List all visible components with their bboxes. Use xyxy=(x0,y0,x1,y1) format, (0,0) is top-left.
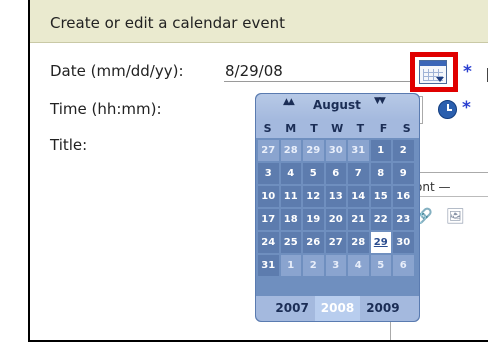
weekday-header: S M T W T F S xyxy=(256,120,419,138)
datepicker-day[interactable]: 15 xyxy=(370,186,391,207)
datepicker-day[interactable]: 9 xyxy=(393,163,414,184)
datepicker-year[interactable]: 2007 xyxy=(269,296,314,321)
weekday-label: W xyxy=(331,122,344,135)
datepicker-day[interactable]: 11 xyxy=(280,186,301,207)
datepicker-day[interactable]: 4 xyxy=(348,255,369,276)
date-label: Date (mm/dd/yy): xyxy=(50,62,184,80)
datepicker-year[interactable]: 2009 xyxy=(360,296,405,321)
datepicker-day[interactable]: 31 xyxy=(258,255,279,276)
weekday-label: T xyxy=(356,122,365,135)
datepicker-day[interactable]: 8 xyxy=(370,163,391,184)
datepicker-day[interactable]: 28 xyxy=(348,232,369,253)
datepicker-day[interactable]: 5 xyxy=(370,255,391,276)
datepicker-week-row: 31 1 2 3 4 5 6 xyxy=(258,255,418,276)
calendar-icon[interactable] xyxy=(419,60,447,84)
datepicker-day[interactable]: 10 xyxy=(258,186,279,207)
datepicker-day[interactable]: 14 xyxy=(348,186,369,207)
time-required-marker: * xyxy=(462,98,471,118)
date-input-border xyxy=(224,81,414,82)
datepicker-day[interactable]: 1 xyxy=(370,140,391,161)
date-required-marker: * xyxy=(463,62,472,82)
datepicker-day-grid: 27 28 29 30 31 1 2 3 4 5 6 7 8 9 10 11 12 13 14 15 16 17 18 19 2… xyxy=(258,140,418,278)
datepicker-day[interactable]: 24 xyxy=(258,232,279,253)
datepicker-month: August xyxy=(313,98,361,112)
datepicker-day[interactable]: 23 xyxy=(393,209,414,230)
datepicker-day[interactable]: 30 xyxy=(393,232,414,253)
datepicker-day[interactable]: 27 xyxy=(258,140,279,161)
datepicker-day[interactable]: 2 xyxy=(393,140,414,161)
datepicker-day[interactable]: 21 xyxy=(348,209,369,230)
datepicker-day[interactable]: 27 xyxy=(325,232,346,253)
datepicker-day[interactable]: 25 xyxy=(280,232,301,253)
datepicker-day[interactable]: 20 xyxy=(325,209,346,230)
datepicker-day[interactable]: 16 xyxy=(393,186,414,207)
datepicker-week-row: 3456789 xyxy=(258,163,418,184)
title-label: Title: xyxy=(50,136,88,154)
datepicker-day[interactable]: 26 xyxy=(303,232,324,253)
weekday-label: S xyxy=(263,122,272,135)
datepicker-week-row: 10 11 12 13 14 15 16 xyxy=(258,186,418,207)
datepicker-day[interactable]: 6 xyxy=(325,163,346,184)
weekday-label: M xyxy=(285,122,297,135)
datepicker-day[interactable]: 1 xyxy=(280,255,301,276)
datepicker-day[interactable]: 31 xyxy=(348,140,369,161)
datepicker-week-row: 17 18 19 20 21 22 23 xyxy=(258,209,418,230)
next-month-icon[interactable]: ▼▼ xyxy=(374,96,386,106)
datepicker-day[interactable]: 5 xyxy=(303,163,324,184)
clock-icon[interactable] xyxy=(438,100,457,119)
event-panel: Create or edit a calendar event Date (mm… xyxy=(28,0,488,342)
datepicker-day[interactable]: 6 xyxy=(393,255,414,276)
datepicker-day[interactable]: 3 xyxy=(325,255,346,276)
datepicker-day[interactable]: 22 xyxy=(370,209,391,230)
datepicker-popup: ▲▲ August ▼▼ S M T W T F S 27 28 29 30 31 1 2 3… xyxy=(255,93,420,322)
datepicker-day[interactable]: 12 xyxy=(303,186,324,207)
datepicker-day[interactable]: 18 xyxy=(280,209,301,230)
datepicker-day[interactable]: 7 xyxy=(348,163,369,184)
datepicker-day[interactable]: 3 xyxy=(258,163,279,184)
datepicker-week-row: 24 25 26 27 28 29 30 xyxy=(258,232,418,253)
datepicker-day[interactable]: 28 xyxy=(280,140,301,161)
datepicker-year-selected[interactable]: 2008 xyxy=(314,296,361,321)
datepicker-day[interactable]: 4 xyxy=(280,163,301,184)
datepicker-day[interactable]: 30 xyxy=(325,140,346,161)
weekday-label: F xyxy=(379,122,388,135)
weekday-label: S xyxy=(402,122,411,135)
prev-month-icon[interactable]: ▲▲ xyxy=(283,97,295,107)
datepicker-day[interactable]: 13 xyxy=(325,186,346,207)
panel-header: Create or edit a calendar event xyxy=(30,0,488,43)
datepicker-year-selector: 2007 2008 2009 xyxy=(256,296,419,321)
datepicker-day-selected[interactable]: 29 xyxy=(370,232,391,253)
date-input[interactable]: 8/29/08 xyxy=(225,62,283,80)
datepicker-week-row: 27 28 29 30 31 1 2 xyxy=(258,140,418,161)
datepicker-header: ▲▲ August ▼▼ xyxy=(256,94,419,120)
weekday-label: T xyxy=(310,122,318,135)
datepicker-day[interactable]: 17 xyxy=(258,209,279,230)
time-label: Time (hh:mm): xyxy=(50,100,162,118)
datepicker-day[interactable]: 2 xyxy=(303,255,324,276)
datepicker-day[interactable]: 29 xyxy=(303,140,324,161)
panel-title: Create or edit a calendar event xyxy=(50,14,285,32)
datepicker-day[interactable]: 19 xyxy=(303,209,324,230)
